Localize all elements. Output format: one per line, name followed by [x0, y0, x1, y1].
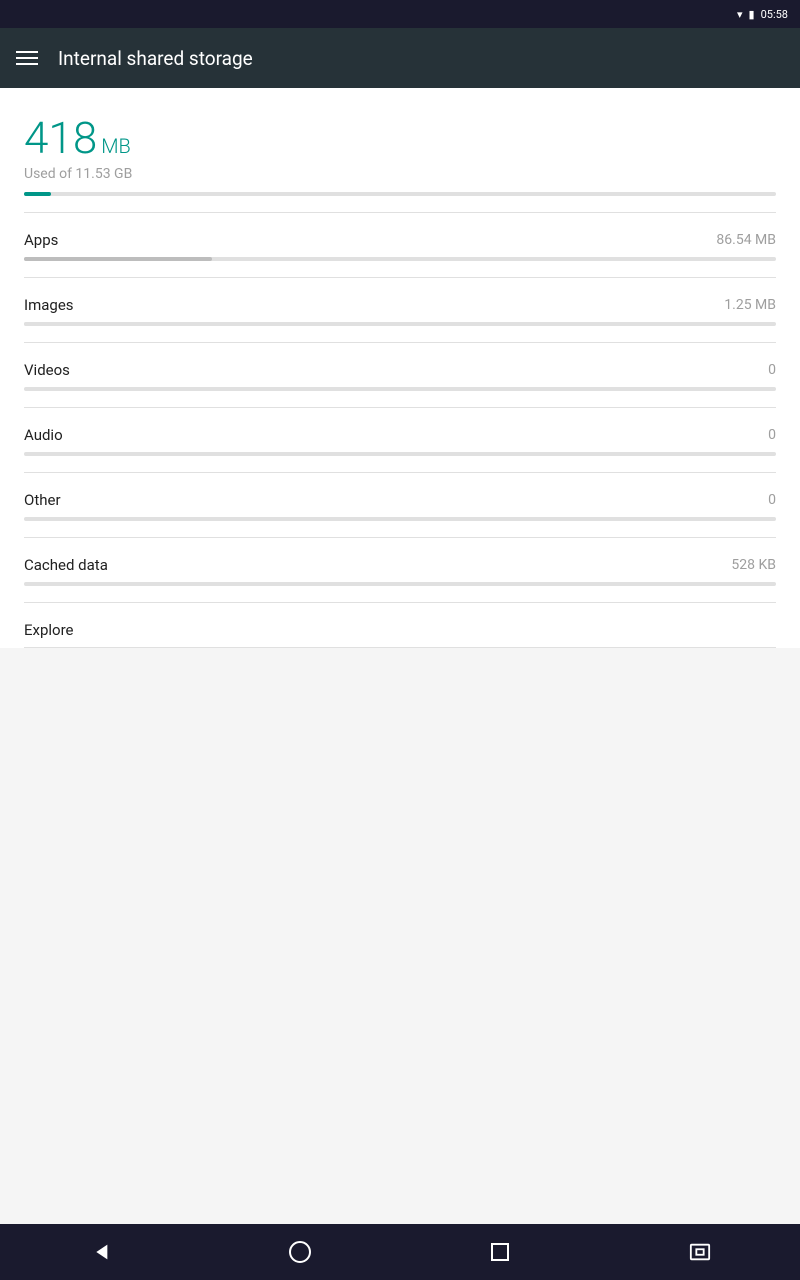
audio-bar — [24, 452, 776, 456]
storage-mb-number: 418 — [24, 112, 97, 164]
audio-row: Audio 0 — [24, 408, 776, 452]
battery-icon: ▮ — [749, 8, 755, 21]
apps-bar — [24, 257, 776, 261]
videos-label: Videos — [24, 361, 70, 379]
images-value: 1.25 MB — [724, 297, 776, 313]
audio-label: Audio — [24, 426, 63, 444]
screenshot-button[interactable] — [670, 1232, 730, 1272]
storage-mb-unit: MB — [101, 134, 131, 158]
page-title: Internal shared storage — [58, 47, 253, 70]
wifi-icon: ▾ — [737, 8, 743, 21]
explore-row: Explore — [24, 603, 776, 647]
images-bar — [24, 322, 776, 326]
images-label: Images — [24, 296, 74, 314]
top-bar: Internal shared storage — [0, 28, 800, 88]
storage-item-explore[interactable]: Explore — [0, 603, 800, 647]
storage-header: 418 MB Used of 11.53 GB — [0, 88, 800, 212]
storage-used-label: Used of 11.53 GB — [24, 166, 776, 182]
videos-bar — [24, 387, 776, 391]
other-row: Other 0 — [24, 473, 776, 517]
status-icons: ▾ ▮ 05:58 — [737, 8, 788, 21]
time-display: 05:58 — [761, 8, 788, 21]
other-bar — [24, 517, 776, 521]
status-bar: ▾ ▮ 05:58 — [0, 0, 800, 28]
recents-square-icon — [491, 1243, 509, 1261]
cached-label: Cached data — [24, 556, 108, 574]
other-value: 0 — [768, 492, 776, 508]
videos-value: 0 — [768, 362, 776, 378]
storage-size-display: 418 MB — [24, 112, 776, 164]
back-button[interactable] — [70, 1232, 130, 1272]
home-button[interactable] — [270, 1232, 330, 1272]
storage-item-other[interactable]: Other 0 — [0, 473, 800, 521]
storage-item-cached[interactable]: Cached data 528 KB — [0, 538, 800, 586]
home-circle-icon — [289, 1241, 311, 1263]
cached-bar — [24, 582, 776, 586]
bottom-nav — [0, 1224, 800, 1280]
images-row: Images 1.25 MB — [24, 278, 776, 322]
apps-value: 86.54 MB — [716, 232, 776, 248]
videos-row: Videos 0 — [24, 343, 776, 387]
total-progress-bar — [24, 192, 776, 196]
storage-item-audio[interactable]: Audio 0 — [0, 408, 800, 456]
explore-label: Explore — [24, 621, 74, 639]
cached-value: 528 KB — [731, 557, 776, 573]
cached-row: Cached data 528 KB — [24, 538, 776, 582]
audio-value: 0 — [768, 427, 776, 443]
other-label: Other — [24, 491, 61, 509]
storage-item-apps[interactable]: Apps 86.54 MB — [0, 213, 800, 261]
total-progress-fill — [24, 192, 51, 196]
recents-button[interactable] — [470, 1232, 530, 1272]
apps-label: Apps — [24, 231, 58, 249]
apps-row: Apps 86.54 MB — [24, 213, 776, 257]
hamburger-menu-button[interactable] — [16, 51, 38, 65]
storage-list: Apps 86.54 MB Images 1.25 MB Videos 0 — [0, 212, 800, 648]
storage-item-images[interactable]: Images 1.25 MB — [0, 278, 800, 326]
apps-bar-fill — [24, 257, 212, 261]
images-bar-fill — [24, 322, 32, 326]
storage-item-videos[interactable]: Videos 0 — [0, 343, 800, 391]
main-content: 418 MB Used of 11.53 GB Apps 86.54 MB Im… — [0, 88, 800, 1224]
divider-7 — [24, 647, 776, 648]
